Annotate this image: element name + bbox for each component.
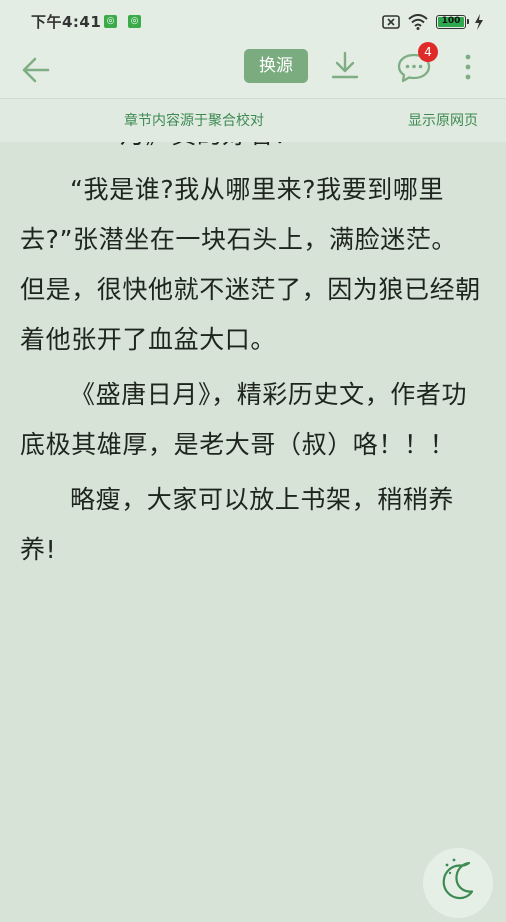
paragraph: 略瘦，大家可以放上书架，稍稍养养! <box>20 485 455 564</box>
notification-app-icon: ◎ <box>104 15 117 28</box>
reader-toolbar: 换源 4 <box>0 42 506 98</box>
night-mode-button[interactable] <box>423 848 493 918</box>
sim-icon <box>382 15 400 29</box>
show-original-page-link[interactable]: 显示原网页 <box>408 110 478 130</box>
back-arrow-icon[interactable] <box>18 52 54 88</box>
status-icons: 100 <box>382 12 484 32</box>
change-source-button[interactable]: 换源 <box>244 49 308 83</box>
comment-count-badge: 4 <box>418 42 438 62</box>
status-time: 下午4:41 <box>31 13 102 31</box>
source-note: 章节内容源于聚合校对 <box>124 113 264 129</box>
battery-level: 100 <box>441 16 461 26</box>
wifi-icon <box>408 14 428 30</box>
download-icon[interactable] <box>329 50 361 82</box>
charging-icon <box>475 14 483 30</box>
paragraph: 《盛唐日月》，精彩历史文，作者功底极其雄厚，是老大哥（叔）咯！！！ <box>20 380 468 459</box>
source-info-strip: 章节内容源于聚合校对 显示原网页 <box>0 98 506 142</box>
moon-icon <box>442 858 474 900</box>
more-vertical-icon[interactable] <box>456 52 480 82</box>
status-bar: 下午4:41 ◎ ◎ 100 <box>0 0 506 44</box>
chapter-content: 月》真的好看！ “我是谁?我从哪里来?我要到哪里去?”张潜坐在一块石头上，满脸迷… <box>20 110 482 900</box>
battery-icon: 100 <box>436 15 469 29</box>
notification-app-icon-2: ◎ <box>128 15 141 28</box>
paragraph: “我是谁?我从哪里来?我要到哪里去?”张潜坐在一块石头上，满脸迷茫。但是，很快他… <box>20 175 481 354</box>
top-bar: 下午4:41 ◎ ◎ 100 换源 4 <box>0 0 506 98</box>
